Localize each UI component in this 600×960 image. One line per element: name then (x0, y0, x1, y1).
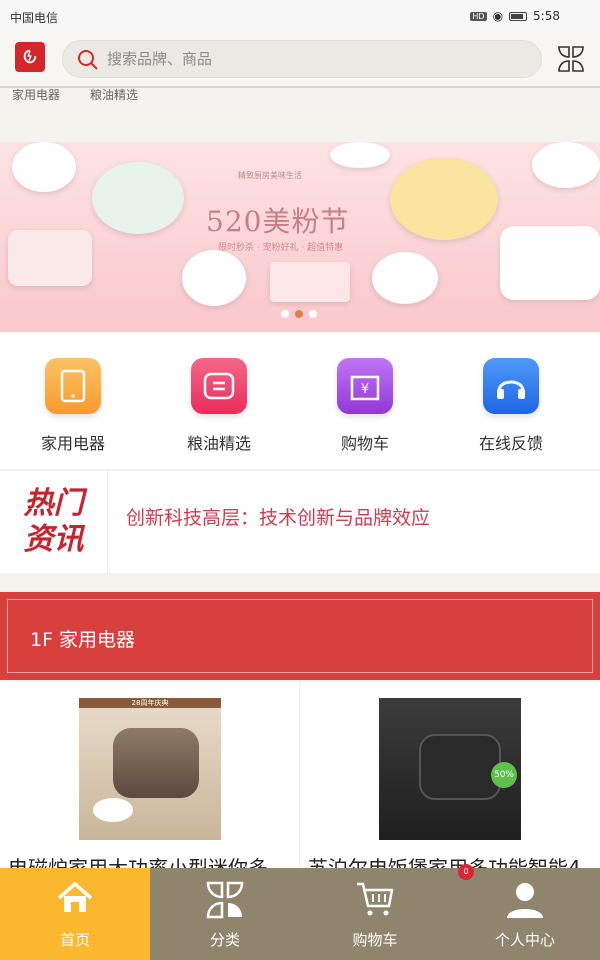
news-headline-link[interactable]: 创新科技高层：技术创新与品牌效应 (126, 503, 430, 530)
home-icon (57, 882, 93, 912)
banner-plate-image (12, 142, 76, 192)
promo-banner[interactable]: 精致厨房美味生活 520美粉节 限时秒杀 · 宠粉好礼 · 超值特惠 (0, 142, 600, 332)
banner-steak-image (372, 252, 438, 304)
banner-appliance-image (92, 162, 184, 234)
rice-cooker-shape (419, 734, 501, 800)
tab-profile[interactable]: 个人中心 (450, 868, 600, 960)
carousel-indicator (281, 310, 317, 318)
category-subnav: 家用电器 粮油精选 (0, 88, 600, 110)
logo-icon (23, 49, 37, 64)
banner-soup-image (532, 142, 600, 188)
list-icon (191, 358, 247, 414)
banner-subtitle: 限时秒杀 · 宠粉好礼 · 超值特惠 (218, 243, 344, 253)
hd-icon: HD (470, 11, 487, 21)
tab-label: 个人中心 (494, 931, 555, 949)
hot-news-badge-line2: 资讯 (23, 522, 84, 557)
quick-link-label: 粮油精选 (186, 434, 251, 453)
quick-link-label: 购物车 (340, 434, 389, 453)
tab-category[interactable]: 分类 (150, 868, 300, 960)
bottom-tabbar: 首页 分类 购物车 个人中心 (0, 868, 600, 960)
rice-bowl-shape (93, 798, 133, 822)
banner-top-tag: 精致厨房美味生活 (238, 171, 302, 180)
tab-label: 首页 (59, 931, 90, 949)
search-icon (78, 50, 98, 70)
quick-links: 家用电器 粮油精选 ¥ 购物车 在线反馈 (0, 332, 600, 470)
subnav-item-grain-oil[interactable]: 粮油精选 (90, 88, 138, 103)
banner-yellow-device-image (390, 158, 498, 240)
subnav-item-appliances[interactable]: 家用电器 (12, 88, 60, 103)
quick-link-feedback[interactable]: 在线反馈 (438, 358, 584, 454)
status-bar: 中国电信 HD ◉ 5:58 (0, 0, 600, 32)
carousel-dot[interactable] (309, 310, 317, 318)
tab-label: 购物车 (352, 931, 398, 949)
hot-news-badge: 热门 资讯 (0, 471, 108, 573)
banner-title: 520美粉节 (206, 205, 350, 238)
tab-cart[interactable]: 购物车 (300, 868, 450, 960)
tab-home[interactable]: 首页 (0, 868, 150, 960)
rice-cooker-shape (113, 728, 199, 798)
product-card[interactable]: 50% 苏泊尔电饭煲家用多功能智能4 (300, 682, 599, 870)
search-input[interactable] (107, 41, 527, 77)
brand-logo[interactable] (15, 42, 45, 72)
clock-time: 5:58 (533, 9, 560, 23)
product-image[interactable]: 50% (379, 698, 521, 840)
quick-link-label: 在线反馈 (478, 434, 543, 453)
product-grid: 28周年庆典 电磁炉家用大功率小型迷你多 50% 苏泊尔电饭煲家用多功能智能4 (0, 682, 600, 870)
banner-bowl-image (330, 142, 390, 168)
quick-link-label: 家用电器 (40, 434, 105, 453)
quick-link-appliances[interactable]: 家用电器 (0, 358, 146, 454)
app-header (0, 32, 600, 88)
user-icon (507, 883, 543, 918)
hot-news: 热门 资讯 创新科技高层：技术创新与品牌效应 (0, 471, 600, 573)
quick-link-cart[interactable]: ¥ 购物车 (292, 358, 438, 454)
hot-news-badge-line1: 热门 (23, 486, 84, 521)
banner-fries-image (182, 250, 246, 306)
cart-count-badge: 0 (458, 864, 474, 880)
carrier-label: 中国电信 (10, 11, 59, 25)
discount-badge: 50% (491, 762, 517, 788)
headphones-icon (483, 358, 539, 414)
phone-icon (45, 358, 101, 414)
floor-title: 1F 家用电器 (30, 629, 136, 651)
category-icon (206, 881, 244, 919)
cart-icon (357, 882, 394, 916)
eye-icon: ◉ (492, 9, 504, 23)
carousel-dot-active[interactable] (295, 310, 303, 318)
product-image[interactable]: 28周年庆典 (79, 698, 221, 840)
yen-icon: ¥ (337, 358, 393, 414)
status-icons: HD ◉ 5:58 (470, 9, 560, 23)
svg-text:¥: ¥ (361, 382, 369, 397)
search-bar[interactable] (62, 40, 542, 78)
battery-icon (509, 11, 528, 21)
banner-lunchbox-image (8, 230, 92, 286)
category-grid-icon[interactable] (557, 45, 585, 73)
banner-cooker-image (500, 226, 600, 300)
tab-label: 分类 (209, 931, 240, 949)
product-tag: 28周年庆典 (79, 698, 221, 708)
floor-header: 1F 家用电器 (0, 592, 600, 680)
product-card[interactable]: 28周年庆典 电磁炉家用大功率小型迷你多 (0, 682, 299, 870)
banner-grill-image (270, 262, 350, 302)
carousel-dot[interactable] (281, 310, 289, 318)
quick-link-grain-oil[interactable]: 粮油精选 (146, 358, 292, 454)
